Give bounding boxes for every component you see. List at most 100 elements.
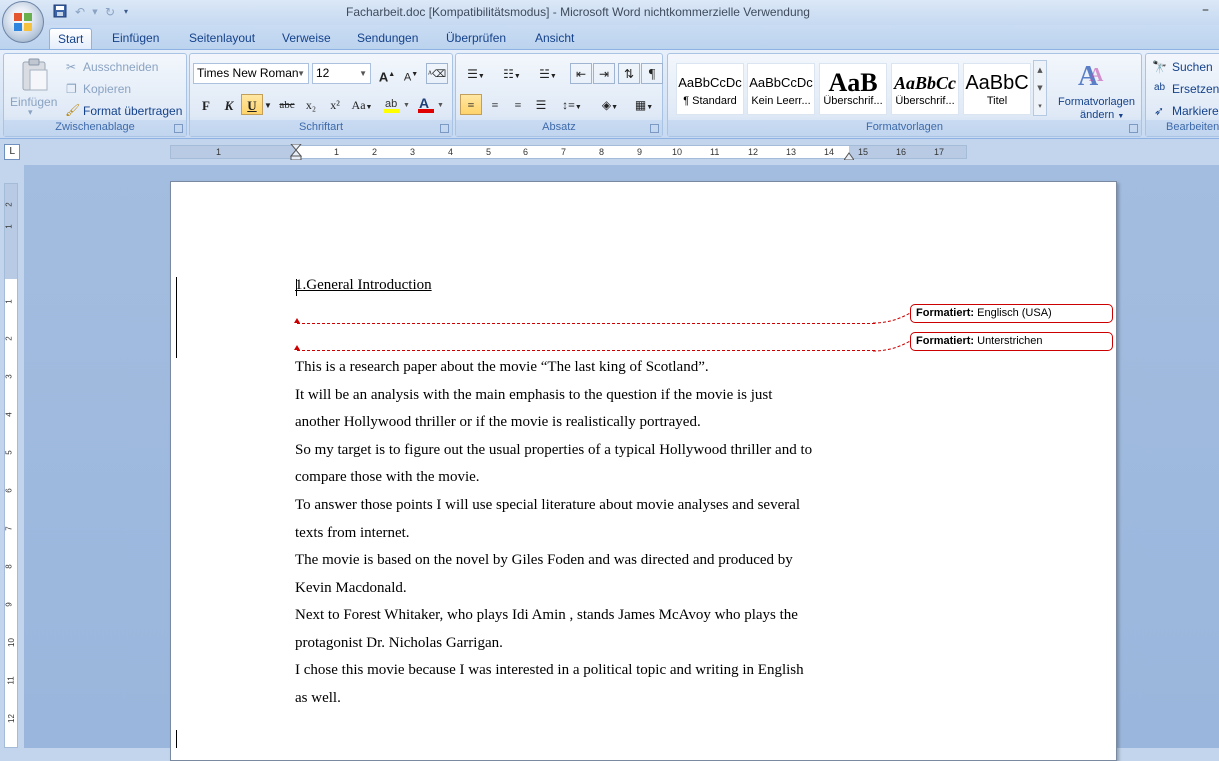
ruler-label: 17 <box>934 147 945 157</box>
change-styles-button[interactable]: Formatvorlagen <box>1058 96 1135 108</box>
ruler-label: 3 <box>4 374 14 379</box>
style-title[interactable]: AaBbC Titel <box>963 63 1031 115</box>
font-name-combo[interactable]: Times New Roman ▼ <box>193 63 309 84</box>
clipboard-group-label: Zwischenablage <box>4 120 186 136</box>
sort-icon[interactable]: ⇅ <box>618 63 640 84</box>
styles-dialog-launcher-icon[interactable] <box>1129 124 1138 133</box>
tab-einfuegen[interactable]: Einfügen <box>104 28 167 49</box>
change-case-button[interactable]: Aa▼ <box>348 94 376 115</box>
grow-font-button[interactable]: A▲ <box>376 63 398 84</box>
style-heading-1[interactable]: AaB Überschrif... <box>819 63 887 115</box>
multilevel-list-button[interactable]: ☱▼ <box>532 63 564 84</box>
paragraph-line[interactable]: This is a research paper about the movie… <box>295 359 709 376</box>
find-button[interactable]: Suchen <box>1172 60 1213 74</box>
line-spacing-button[interactable]: ↕≡▼ <box>556 94 588 115</box>
tab-ueberpruefen[interactable]: Überprüfen <box>438 28 514 49</box>
highlight-color-button[interactable]: ab ▼ <box>382 94 412 115</box>
numbering-button[interactable]: ☷▼ <box>496 63 528 84</box>
underline-dropdown-icon[interactable]: ▼ <box>263 94 273 115</box>
strikethrough-button[interactable]: abc <box>276 94 298 115</box>
decrease-indent-icon[interactable]: ⇤ <box>570 63 592 84</box>
ruler-label: 1 <box>4 224 14 229</box>
style-standard[interactable]: AaBbCcDc ¶ Standard <box>676 63 744 115</box>
revision-balloon[interactable]: Formatiert: Englisch (USA) <box>910 304 1113 323</box>
ribbon: Einfügen ▾ ✂ Ausschneiden ❐ Kopieren 🖌 F… <box>0 49 1219 139</box>
select-button[interactable]: Markieren <box>1172 104 1219 118</box>
paragraph-line[interactable]: It will be an analysis with the main emp… <box>295 387 772 404</box>
subscript-button[interactable]: x₂ <box>300 94 322 115</box>
paragraph-line[interactable]: as well. <box>295 690 341 707</box>
revision-marker-icon <box>294 318 300 323</box>
ruler-label: 10 <box>672 147 683 157</box>
bold-button[interactable]: F <box>195 94 217 115</box>
paragraph-line[interactable]: compare those with the movie. <box>295 469 480 486</box>
revision-dash-line <box>297 323 875 324</box>
paste-dropdown-icon[interactable]: ▾ <box>28 107 33 118</box>
align-center-icon[interactable]: ≡ <box>484 94 506 115</box>
paragraph-line[interactable]: The movie is based on the novel by Giles… <box>295 552 793 569</box>
justify-icon[interactable]: ☰ <box>530 94 552 115</box>
format-painter-button[interactable]: Format übertragen <box>83 104 182 118</box>
ruler-label: 1 <box>334 147 340 157</box>
tab-verweise[interactable]: Verweise <box>274 28 339 49</box>
cut-button[interactable]: Ausschneiden <box>83 60 158 74</box>
paste-icon[interactable] <box>20 58 50 92</box>
tab-seitenlayout[interactable]: Seitenlayout <box>181 28 263 49</box>
ruler-row: L 1 1 2 3 4 5 6 7 8 9 10 11 12 13 14 15 … <box>0 140 1219 165</box>
paragraph-line[interactable]: protagonist Dr. Nicholas Garrigan. <box>295 635 503 652</box>
font-name-value: Times New Roman <box>197 66 299 80</box>
shading-button[interactable]: ◈▼ <box>594 94 626 115</box>
paragraph-line[interactable]: Next to Forest Whitaker, who plays Idi A… <box>295 607 798 624</box>
paragraph-line[interactable]: I chose this movie because I was interes… <box>295 662 804 679</box>
style-name: Überschrif... <box>895 95 955 107</box>
borders-button[interactable]: ▦▼ <box>628 94 660 115</box>
bullets-button[interactable]: ☰▼ <box>460 63 492 84</box>
show-formatting-marks-icon[interactable]: ¶ <box>641 63 663 84</box>
revision-balloon[interactable]: Formatiert: Unterstrichen <box>910 332 1113 351</box>
styles-gallery-scroll[interactable]: ▲ ▼ ▾ <box>1033 60 1047 116</box>
document-heading[interactable]: 1.General Introduction <box>295 277 432 294</box>
office-button[interactable] <box>2 1 44 43</box>
increase-indent-icon[interactable]: ⇥ <box>593 63 615 84</box>
clear-formatting-icon[interactable]: ᴬ⌫ <box>426 63 448 84</box>
underline-button[interactable]: U <box>241 94 263 115</box>
copy-button[interactable]: Kopieren <box>83 82 131 96</box>
superscript-button[interactable]: x² <box>324 94 346 115</box>
paragraph-dialog-launcher-icon[interactable] <box>650 124 659 133</box>
ruler-label: 7 <box>561 147 567 157</box>
tab-selector-icon[interactable]: L <box>4 144 20 160</box>
paragraph-line[interactable]: Kevin Macdonald. <box>295 580 407 597</box>
paragraph-line[interactable]: So my target is to figure out the usual … <box>295 442 812 459</box>
minimize-button[interactable]: – <box>1202 2 1209 18</box>
font-dialog-launcher-icon[interactable] <box>440 124 449 133</box>
svg-text:A: A <box>1089 64 1104 86</box>
font-color-button[interactable]: A ▼ <box>416 94 446 115</box>
horizontal-ruler[interactable]: 1 1 2 3 4 5 6 7 8 9 10 11 12 13 14 15 16… <box>170 144 967 160</box>
align-left-icon[interactable]: ≡ <box>460 94 482 115</box>
paragraph-line[interactable]: another Hollywood thriller or if the mov… <box>295 414 701 431</box>
tab-sendungen[interactable]: Sendungen <box>349 28 426 49</box>
replace-button[interactable]: Ersetzen <box>1172 82 1219 96</box>
shrink-font-button[interactable]: A▼ <box>400 63 422 84</box>
balloon-connector-icon <box>873 340 911 352</box>
text-cursor <box>296 279 297 296</box>
paragraph-line[interactable]: To answer those points I will use specia… <box>295 497 800 514</box>
paragraph-line[interactable]: texts from internet. <box>295 525 410 542</box>
tab-start[interactable]: Start <box>49 28 93 49</box>
right-indent-marker-icon[interactable] <box>844 152 854 160</box>
paste-button[interactable]: Einfügen <box>10 95 57 109</box>
tab-ansicht[interactable]: Ansicht <box>527 28 582 49</box>
align-right-icon[interactable]: ≡ <box>507 94 529 115</box>
styles-group-label: Formatvorlagen <box>668 120 1141 136</box>
indent-marker-icon[interactable] <box>290 144 302 160</box>
italic-button[interactable]: K <box>218 94 240 115</box>
font-group: Times New Roman ▼ 12 ▼ A▲ A▼ ᴬ⌫ F K U ▼ … <box>189 53 453 137</box>
clipboard-dialog-launcher-icon[interactable] <box>174 124 183 133</box>
ruler-label: 7 <box>4 526 14 531</box>
font-size-combo[interactable]: 12 ▼ <box>312 63 371 84</box>
style-heading-2[interactable]: AaBbCc Überschrif... <box>891 63 959 115</box>
vertical-ruler[interactable]: 2 1 1 2 3 4 5 6 7 8 9 10 11 12 <box>4 183 18 748</box>
ruler-label: 10 <box>6 638 16 647</box>
revision-marker-icon <box>294 345 300 350</box>
style-no-spacing[interactable]: AaBbCcDc Kein Leerr... <box>747 63 815 115</box>
